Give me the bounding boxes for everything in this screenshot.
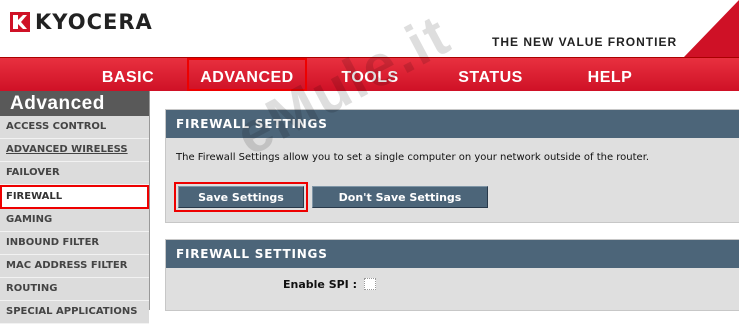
sidebar-title: Advanced [0,91,149,116]
panel-description: The Firewall Settings allow you to set a… [176,152,650,163]
nav-advanced[interactable]: ADVANCED [187,58,307,91]
nav-status[interactable]: STATUS [448,58,533,91]
sidebar-item-label: SPECIAL APPLICATIONS [6,306,138,317]
nav-tools[interactable]: TOOLS [330,58,410,91]
sidebar-item-label: GAMING [6,214,53,225]
sidebar-item-label: FIREWALL [6,191,63,202]
firewall-settings-panel: FIREWALL SETTINGS Enable SPI : [165,239,739,311]
dont-save-settings-button[interactable]: Don't Save Settings [312,186,488,208]
dont-save-button-wrap: Don't Save Settings [308,182,492,212]
sidebar-item-label: ROUTING [6,283,58,294]
sidebar-item-label: ACCESS CONTROL [6,121,107,132]
sidebar: Advanced ACCESS CONTROL ADVANCED WIRELES… [0,91,150,324]
sidebar-item-failover[interactable]: FAILOVER [0,162,149,185]
sidebar-item-access-control[interactable]: ACCESS CONTROL [0,116,149,139]
main-content: FIREWALL SETTINGS The Firewall Settings … [150,91,739,311]
sidebar-item-label: ADVANCED WIRELESS [6,144,128,155]
brand-name: KYOCERA [35,10,153,34]
nav-basic[interactable]: BASIC [88,58,168,91]
kyocera-logo-icon [10,12,30,32]
corner-decoration [684,0,739,57]
sidebar-item-mac-address-filter[interactable]: MAC ADDRESS FILTER [0,255,149,278]
panel-title: FIREWALL SETTINGS [166,110,739,138]
firewall-intro-panel: FIREWALL SETTINGS The Firewall Settings … [165,109,739,223]
enable-spi-label: Enable SPI : [283,278,358,291]
header: KYOCERA THE NEW VALUE FRONTIER [0,0,739,57]
sidebar-item-inbound-filter[interactable]: INBOUND FILTER [0,232,149,255]
sidebar-item-routing[interactable]: ROUTING [0,278,149,301]
sidebar-item-firewall[interactable]: FIREWALL [0,185,149,209]
sidebar-item-label: INBOUND FILTER [6,237,100,248]
sidebar-item-label: MAC ADDRESS FILTER [6,260,128,271]
panel-title: FIREWALL SETTINGS [166,240,739,268]
sidebar-item-label: FAILOVER [6,167,60,178]
top-nav: BASIC ADVANCED TOOLS STATUS HELP [0,57,739,91]
sidebar-item-advanced-wireless[interactable]: ADVANCED WIRELESS [0,139,149,162]
brand-logo: KYOCERA [10,10,153,34]
save-button-highlight: Save Settings [174,182,308,212]
sidebar-item-gaming[interactable]: GAMING [0,209,149,232]
button-row: Save Settings Don't Save Settings [174,182,492,212]
save-settings-button[interactable]: Save Settings [178,186,304,208]
sidebar-item-special-applications[interactable]: SPECIAL APPLICATIONS [0,301,149,324]
enable-spi-checkbox[interactable] [364,278,376,290]
nav-help[interactable]: HELP [575,58,645,91]
